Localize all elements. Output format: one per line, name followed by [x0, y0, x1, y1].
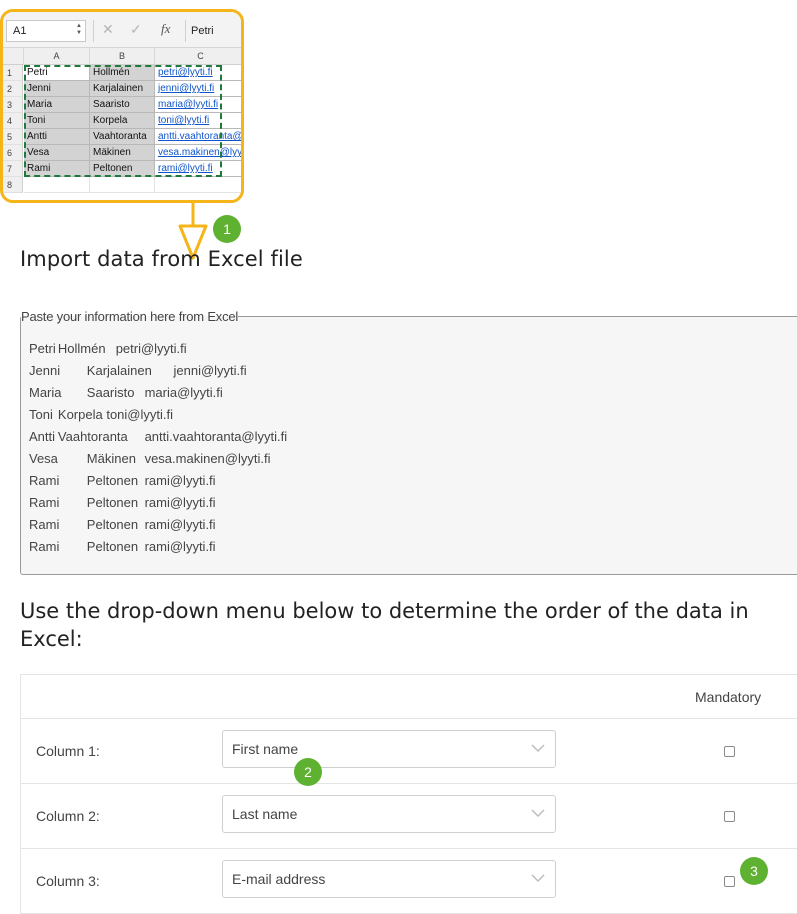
- table-header-row: Mandatory: [21, 675, 797, 719]
- cancel-x-icon[interactable]: ✕: [102, 21, 114, 38]
- formula-value[interactable]: Petri: [191, 25, 214, 37]
- column-header-c[interactable]: C: [155, 48, 241, 65]
- paste-content[interactable]: Petri Hollmén petri@lyyti.fi Jenni Karja…: [29, 338, 797, 558]
- paste-textarea[interactable]: Paste your information here from Excel P…: [20, 309, 797, 575]
- spreadsheet-cell[interactable]: Peltonen: [90, 161, 155, 177]
- mandatory-checkbox-2[interactable]: [724, 811, 735, 822]
- row-header[interactable]: 4: [3, 113, 23, 129]
- spreadsheet-cell[interactable]: Saaristo: [90, 97, 155, 113]
- spreadsheet-cell[interactable]: Maria: [24, 97, 90, 113]
- column-mapping-table: Mandatory Column 1: First name Column 2:…: [20, 674, 797, 914]
- formula-separator: [93, 20, 94, 42]
- column-3-select[interactable]: E-mail address: [222, 860, 556, 898]
- chevron-down-icon: [531, 874, 545, 883]
- section-title: Use the drop-down menu below to determin…: [20, 599, 749, 651]
- spreadsheet-cell[interactable]: Rami: [24, 161, 90, 177]
- column-header-a[interactable]: A: [24, 48, 90, 65]
- spreadsheet-cell[interactable]: [90, 177, 155, 193]
- select-value: E-mail address: [232, 871, 326, 887]
- confirm-check-icon[interactable]: ✓: [130, 21, 142, 38]
- spreadsheet-cell[interactable]: petri@lyyti.fi: [155, 65, 241, 81]
- spreadsheet-cell[interactable]: [155, 177, 241, 193]
- spreadsheet-cell[interactable]: Vesa: [24, 145, 90, 161]
- column-1-select[interactable]: First name: [222, 730, 556, 768]
- step-badge-1: 1: [213, 215, 241, 243]
- spreadsheet-cell[interactable]: Mäkinen: [90, 145, 155, 161]
- row-header[interactable]: 6: [3, 145, 23, 161]
- page-title: Import data from Excel file: [20, 247, 303, 271]
- step-badge-3: 3: [740, 857, 768, 885]
- spreadsheet-cell[interactable]: Jenni: [24, 81, 90, 97]
- step-badge-2: 2: [294, 758, 322, 786]
- spreadsheet-cell[interactable]: Karjalainen: [90, 81, 155, 97]
- select-all-corner[interactable]: [3, 48, 24, 65]
- spreadsheet-cell[interactable]: maria@lyyti.fi: [155, 97, 241, 113]
- spreadsheet-cell[interactable]: Vaahtoranta: [90, 129, 155, 145]
- spreadsheet-cell[interactable]: Toni: [24, 113, 90, 129]
- spreadsheet-cell[interactable]: rami@lyyti.fi: [155, 161, 241, 177]
- spreadsheet-cell[interactable]: [24, 177, 90, 193]
- table-row: Column 1: First name: [21, 719, 797, 784]
- name-box[interactable]: A1 ▲ ▼: [6, 20, 86, 42]
- spreadsheet-cell[interactable]: Hollmén: [90, 65, 155, 81]
- spreadsheet-cell[interactable]: vesa.makinen@lyyti.fi: [155, 145, 241, 161]
- spreadsheet-cell[interactable]: jenni@lyyti.fi: [155, 81, 241, 97]
- table-row: Column 3: E-mail address: [21, 849, 797, 914]
- chevron-down-icon: [531, 744, 545, 753]
- spreadsheet-cell[interactable]: Antti: [24, 129, 90, 145]
- select-value: First name: [232, 741, 299, 757]
- row-header[interactable]: 8: [3, 177, 23, 193]
- formula-bar: A1 ▲ ▼ ✕ ✓ fx Petri: [3, 12, 241, 48]
- column-label: Column 1:: [36, 743, 100, 759]
- spreadsheet-cell[interactable]: toni@lyyti.fi: [155, 113, 241, 129]
- mandatory-checkbox-1[interactable]: [724, 746, 735, 757]
- spreadsheet-cell[interactable]: antti.vaahtoranta@lyyti.fi: [155, 129, 241, 145]
- excel-snippet: A1 ▲ ▼ ✕ ✓ fx Petri A B C 1 Petri Hollmén pe…: [0, 9, 244, 203]
- chevron-down-icon: [531, 809, 545, 818]
- column-label: Column 2:: [36, 808, 100, 824]
- name-box-value: A1: [13, 25, 27, 37]
- paste-legend: Paste your information here from Excel: [21, 309, 239, 324]
- table-row: Column 2: Last name: [21, 784, 797, 849]
- spreadsheet-cell[interactable]: Korpela: [90, 113, 155, 129]
- name-box-stepper-icon[interactable]: ▲ ▼: [76, 23, 82, 37]
- select-value: Last name: [232, 806, 298, 822]
- row-header[interactable]: 2: [3, 81, 23, 97]
- row-header[interactable]: 3: [3, 97, 23, 113]
- fx-icon[interactable]: fx: [161, 21, 170, 37]
- row-header[interactable]: 1: [3, 65, 23, 81]
- row-header[interactable]: 7: [3, 161, 23, 177]
- row-header[interactable]: 5: [3, 129, 23, 145]
- formula-separator: [185, 20, 186, 42]
- mandatory-checkbox-3[interactable]: [724, 876, 735, 887]
- column-header-b[interactable]: B: [90, 48, 155, 65]
- spreadsheet-cell[interactable]: Petri: [24, 65, 90, 81]
- column-label: Column 3:: [36, 873, 100, 889]
- column-2-select[interactable]: Last name: [222, 795, 556, 833]
- mandatory-column-header: Mandatory: [695, 689, 762, 705]
